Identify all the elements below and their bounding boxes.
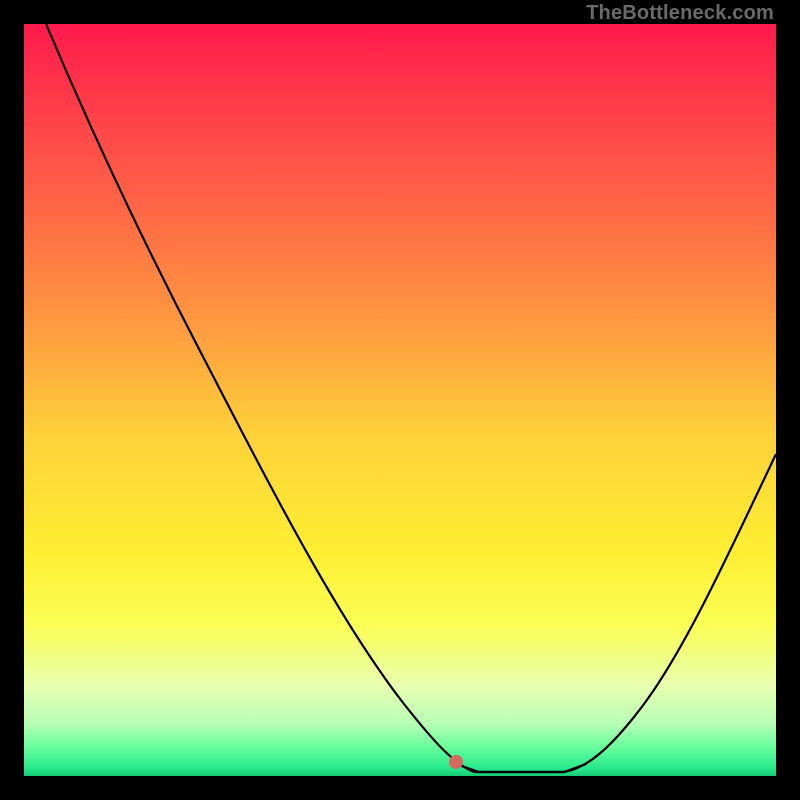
chart-frame: TheBottleneck.com [0,0,800,800]
plot-area [24,24,776,776]
bottleneck-curve [46,24,776,772]
optimal-range-marker [456,764,586,772]
bottleneck-curve-svg [24,24,776,776]
optimal-range-start-dot [449,755,463,769]
watermark-text: TheBottleneck.com [586,2,774,25]
